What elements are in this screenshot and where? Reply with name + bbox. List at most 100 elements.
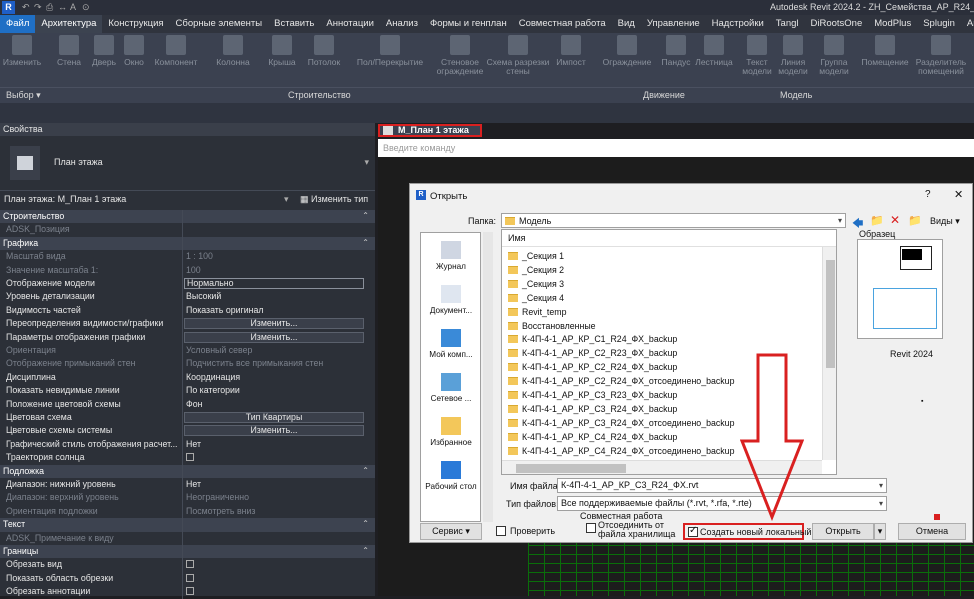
list-item[interactable]: К-4П-4-1_АР_КР_С2_R24_ФХ_backup — [508, 360, 677, 374]
view-tab[interactable]: М_План 1 этажа — [378, 124, 482, 137]
filename-input[interactable]: К-4П-4-1_АР_КР_С3_R24_ФХ.rvt ▾ — [557, 478, 887, 493]
list-item[interactable]: К-4П-4-1_АР_КР_С4_R24_ФХ_backup — [508, 430, 677, 444]
floor-button[interactable]: Пол/Перекрытие — [350, 35, 430, 67]
wall-button[interactable]: Стена — [52, 35, 86, 67]
ceiling-button[interactable]: Потолок — [304, 35, 344, 67]
chevron-down-icon[interactable]: ▾ — [364, 157, 369, 168]
property-category[interactable]: Границы ⌃ — [0, 545, 375, 559]
property-category[interactable]: Строительство ⌃ — [0, 210, 375, 224]
create-local-checkbox[interactable] — [688, 525, 698, 537]
column-button[interactable]: Колонна — [212, 35, 254, 67]
chevron-down-icon[interactable]: ▾ — [284, 194, 289, 205]
filetype-select[interactable]: Все поддерживаемые файлы (*.rvt, *.rfa, … — [557, 496, 887, 511]
revit-logo-icon[interactable]: R — [2, 1, 15, 14]
views-menu[interactable]: Виды ▾ — [930, 216, 960, 227]
measure-icon[interactable]: ↔ — [58, 2, 67, 12]
column-header-name[interactable]: Имя — [502, 230, 836, 247]
tab-annotate[interactable]: Аннотации — [320, 15, 380, 33]
roof-button[interactable]: Крыша — [264, 35, 300, 67]
place-desktop[interactable]: Рабочий стол — [421, 461, 481, 491]
stair-button[interactable]: Лестница — [694, 35, 734, 67]
room-button[interactable]: Помещение — [858, 35, 912, 67]
curtain-system-button[interactable]: Стеновое ограждение — [436, 35, 484, 76]
list-item[interactable]: _Секция 4 — [508, 291, 564, 305]
list-item[interactable]: К-4П-4-1_АР_КР_С2_R24_ФХ_отсоединено_bac… — [508, 374, 734, 388]
property-checkbox[interactable] — [186, 560, 194, 569]
tab-dirootsone[interactable]: DiRootsOne — [805, 15, 869, 33]
tab-view[interactable]: Вид — [612, 15, 641, 33]
ramp-button[interactable]: Пандус — [660, 35, 692, 67]
collapse-icon[interactable]: ⌃ — [362, 546, 369, 555]
tab-architecture[interactable]: Архитектура — [35, 15, 103, 33]
property-edit-button[interactable]: Тип Квартиры — [184, 412, 364, 423]
open-button[interactable]: Открыть — [812, 523, 874, 540]
service-button[interactable]: Сервис ▾ — [420, 523, 482, 540]
property-category[interactable]: Подложка ⌃ — [0, 464, 375, 478]
tab-analyze[interactable]: Анализ — [380, 15, 424, 33]
curtain-grid-button[interactable]: Схема разрезки стены — [486, 35, 550, 76]
tab-collaborate[interactable]: Совместная работа — [513, 15, 612, 33]
print-icon[interactable]: ⎙ — [46, 2, 53, 13]
open-options-button[interactable]: ▾ — [874, 523, 886, 540]
property-checkbox[interactable] — [186, 453, 194, 462]
tab-massing[interactable]: Формы и генплан — [424, 15, 513, 33]
select-dropdown[interactable]: Выбор ▾ — [6, 90, 41, 101]
command-line[interactable]: Введите команду — [378, 139, 974, 157]
tab-structure[interactable]: Конструкция — [102, 15, 169, 33]
window-button[interactable]: Окно — [120, 35, 148, 67]
tab-splugin[interactable]: Splugin — [917, 15, 961, 33]
tab-modplus[interactable]: ModPlus — [868, 15, 917, 33]
vertical-scrollbar[interactable] — [822, 247, 836, 460]
tab-tangl[interactable]: Tangl — [770, 15, 805, 33]
mullion-button[interactable]: Импост — [552, 35, 590, 67]
list-item[interactable]: _Секция 2 — [508, 263, 564, 277]
close-icon[interactable]: ✕ — [954, 188, 963, 201]
edit-type-button[interactable]: ▦ Изменить тип — [300, 194, 368, 205]
tab-addins[interactable]: Надстройки — [706, 15, 770, 33]
collapse-icon[interactable]: ⌃ — [362, 466, 369, 475]
list-item[interactable]: К-4П-4-1_АР_КР_С3_R24_ФХ_отсоединено_bac… — [508, 416, 734, 430]
cancel-button[interactable]: Отмена — [898, 523, 966, 540]
text-icon[interactable]: A — [70, 2, 76, 12]
door-button[interactable]: Дверь — [88, 35, 120, 67]
list-item[interactable]: К-4П-4-1_АР_КР_С3_R23_ФХ_backup — [508, 388, 677, 402]
list-item[interactable]: Revit_temp — [508, 305, 567, 319]
room-separator-button[interactable]: Разделитель помещений — [912, 35, 970, 76]
property-checkbox[interactable] — [186, 573, 194, 582]
property-edit-button[interactable]: Изменить... — [184, 425, 364, 437]
collapse-icon[interactable]: ⌃ — [362, 211, 369, 220]
type-selector[interactable]: План этажа ▾ — [0, 138, 375, 188]
list-item[interactable]: Восстановленные — [508, 319, 596, 333]
component-button[interactable]: Компонент — [150, 35, 202, 67]
place-history[interactable]: Журнал — [421, 241, 481, 271]
model-text-button[interactable]: Текст модели — [742, 35, 772, 76]
list-item[interactable]: _Секция 1 — [508, 249, 564, 263]
model-line-button[interactable]: Линия модели — [776, 35, 810, 76]
list-item[interactable]: _Секция 3 — [508, 277, 564, 291]
view-3d-icon[interactable]: ⊙ — [82, 2, 90, 13]
detach-checkbox[interactable] — [586, 523, 596, 533]
places-scrollbar[interactable] — [483, 232, 493, 522]
tab-archi[interactable]: Archi — [961, 15, 974, 33]
list-item[interactable]: К-4П-4-1_АР_КР_С3_R24_ФХ_backup — [508, 402, 677, 416]
instance-selector[interactable]: План этажа: М_План 1 этажа — [4, 194, 126, 204]
place-network[interactable]: Сетевое ... — [421, 373, 481, 403]
tab-file[interactable]: Файл — [0, 15, 36, 33]
tab-insert[interactable]: Вставить — [268, 15, 320, 33]
list-item[interactable]: К-4П-4-1_АР_КР_С2_R23_ФХ_backup — [508, 346, 677, 360]
new-folder-icon[interactable]: 📁 — [908, 214, 922, 227]
verify-checkbox[interactable] — [496, 526, 506, 536]
place-favorites[interactable]: Избранное — [421, 417, 481, 447]
tab-precast[interactable]: Сборные элементы — [170, 15, 269, 33]
place-my-computer[interactable]: Мой комп... — [421, 329, 481, 359]
list-item[interactable]: К-4П-4-1_АР_КР_С1_R24_ФХ_backup — [508, 332, 677, 346]
redo-icon[interactable]: ↷ — [34, 2, 42, 13]
tab-manage[interactable]: Управление — [641, 15, 706, 33]
property-category[interactable]: Графика ⌃ — [0, 236, 375, 251]
railing-button[interactable]: Ограждение — [598, 35, 656, 67]
property-edit-button[interactable]: Изменить... — [184, 331, 364, 343]
list-item[interactable]: К-4П-4-1_АР_КР_С4_R24_ФХ_отсоединено_bac… — [508, 444, 734, 458]
up-folder-icon[interactable]: 📁 — [870, 214, 884, 227]
undo-icon[interactable]: ↶ — [22, 2, 30, 13]
delete-icon[interactable]: ✕ — [890, 213, 900, 227]
